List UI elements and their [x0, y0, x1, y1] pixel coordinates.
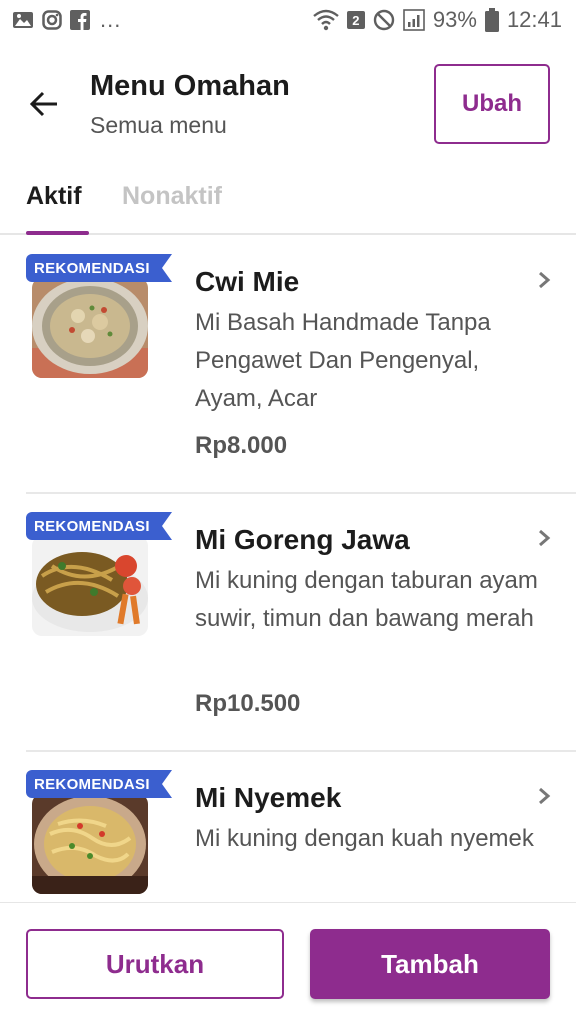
menu-item-name: Mi Nyemek — [195, 782, 342, 813]
clock: 12:41 — [506, 7, 562, 32]
menu-item[interactable]: REKOMENDASI Mi Nyemek Mi kuning dengan k… — [0, 752, 576, 902]
recommendation-badge: REKOMENDASI — [26, 512, 172, 540]
image-icon — [12, 10, 34, 30]
menu-item-image-wrap: REKOMENDASI — [26, 770, 172, 896]
notification-count-badge: 2 — [346, 11, 365, 29]
add-button[interactable]: Tambah — [310, 929, 550, 999]
battery-icon — [484, 8, 499, 32]
recommendation-badge: REKOMENDASI — [26, 254, 172, 282]
menu-item-image-wrap: REKOMENDASI — [26, 512, 172, 638]
recommendation-badge: REKOMENDASI — [26, 770, 172, 798]
tab-bar: Aktif Nonaktif — [0, 168, 576, 235]
signal-icon — [403, 9, 425, 31]
sort-button[interactable]: Urutkan — [26, 929, 284, 999]
instagram-icon — [42, 10, 62, 30]
bottom-action-bar: Urutkan Tambah — [0, 902, 576, 1024]
battery-percent: 93% — [432, 7, 477, 32]
status-bar: ... 2 93% 12:41 — [0, 0, 576, 40]
do-not-disturb-icon — [373, 9, 395, 31]
back-button[interactable] — [24, 84, 64, 124]
page-title: Menu Omahan — [90, 70, 290, 102]
menu-item-description: Mi kuning dengan kuah nyemek — [195, 825, 534, 852]
food-image — [32, 278, 148, 378]
page-subtitle: Semua menu — [90, 112, 227, 138]
menu-item-description: Mi Basah Handmade Tanpa Pengawet Dan Pen… — [195, 309, 491, 412]
chevron-right-icon — [534, 784, 554, 808]
food-image — [32, 794, 148, 894]
facebook-icon — [70, 10, 90, 30]
food-image — [32, 536, 148, 636]
menu-item-price: Rp10.500 — [195, 690, 301, 717]
menu-item-price: Rp8.000 — [195, 432, 288, 459]
tab-aktif[interactable]: Aktif — [26, 182, 82, 211]
status-bar-left: ... — [12, 7, 121, 33]
menu-item-image-wrap: REKOMENDASI — [26, 254, 172, 380]
menu-item-name: Cwi Mie — [195, 266, 300, 297]
arrow-left-icon — [29, 91, 57, 117]
more-notifications: ... — [100, 7, 122, 32]
menu-item[interactable]: REKOMENDASI Mi Goreng Jawa Mi kuning den… — [0, 494, 576, 752]
tab-nonaktif[interactable]: Nonaktif — [122, 182, 222, 211]
menu-item[interactable]: REKOMENDASI Cwi Mie Mi Basah Handmade Ta… — [0, 236, 576, 494]
menu-item-name: Mi Goreng Jawa — [195, 524, 410, 555]
status-bar-right: 2 93% 12:41 — [313, 7, 562, 33]
chevron-right-icon — [534, 268, 554, 292]
edit-button[interactable]: Ubah — [434, 64, 550, 144]
header: Menu Omahan Semua menu Ubah — [0, 40, 576, 168]
chevron-right-icon — [534, 526, 554, 550]
menu-list[interactable]: REKOMENDASI Cwi Mie Mi Basah Handmade Ta… — [0, 236, 576, 902]
wifi-icon — [313, 9, 339, 31]
active-tab-indicator — [26, 231, 89, 235]
menu-item-description: Mi kuning dengan taburan ayam suwir, tim… — [195, 567, 538, 632]
